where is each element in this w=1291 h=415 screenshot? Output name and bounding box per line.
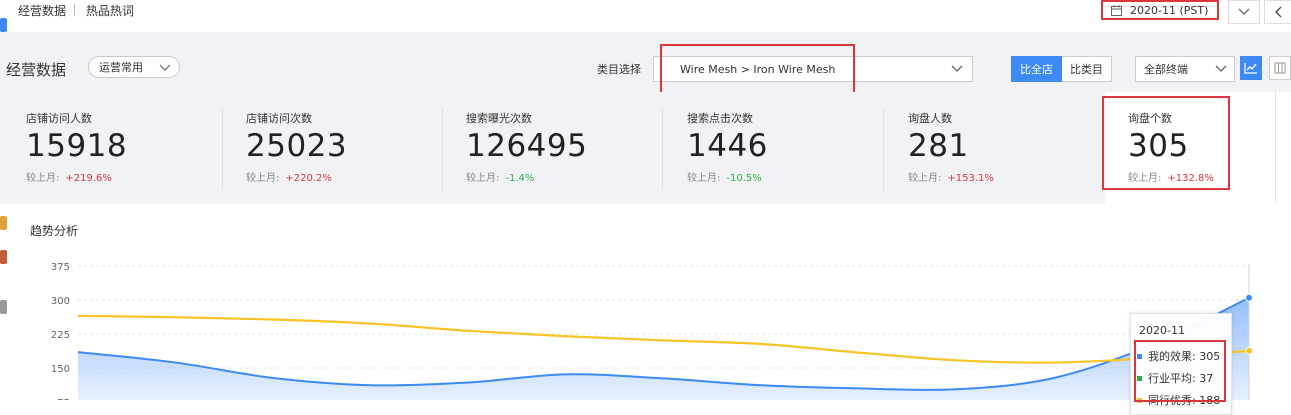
chevron-down-icon xyxy=(159,64,171,71)
metric-compare-label: 较上月: xyxy=(908,173,942,184)
metric-compare-label: 较上月: xyxy=(26,173,60,184)
metric-change: +153.1% xyxy=(947,173,994,184)
y-tick-label: 300 xyxy=(51,296,70,307)
chevron-down-icon xyxy=(1238,8,1250,15)
metric-compare-label: 较上月: xyxy=(1128,173,1162,184)
metric-divider xyxy=(883,108,884,190)
metric-compare-label: 较上月: xyxy=(687,173,721,184)
metric-compare-label: 较上月: xyxy=(246,173,280,184)
chevron-down-icon xyxy=(1215,65,1227,72)
line-chart-icon xyxy=(1244,63,1257,74)
metric-label: 搜索点击次数 xyxy=(687,112,753,125)
metric-change: -10.5% xyxy=(726,173,762,184)
metric-label: 询盘个数 xyxy=(1128,112,1172,125)
tooltip-row-label: 同行优秀: 188 xyxy=(1148,394,1221,407)
legend-swatch xyxy=(1137,353,1142,359)
metric-compare: 较上月: +220.2% xyxy=(246,169,332,184)
terminal-select-value: 全部终端 xyxy=(1144,63,1188,76)
trend-chart[interactable]: 37530022515075 xyxy=(0,250,1291,400)
series-area-mine xyxy=(78,297,1249,400)
tab-hot-words[interactable]: 热品热词 xyxy=(86,2,134,19)
metric-value: 281 xyxy=(908,128,969,164)
right-panel-edge xyxy=(1275,92,1291,202)
metric-divider xyxy=(222,108,223,190)
metric-label: 店铺访问人数 xyxy=(26,112,92,125)
legend-swatch xyxy=(1137,397,1142,403)
tooltip-row: 我的效果: 305 xyxy=(1137,348,1220,364)
date-prev-button[interactable] xyxy=(1264,0,1291,24)
date-dropdown-button[interactable] xyxy=(1228,0,1260,24)
scope-select[interactable]: 运营常用 xyxy=(88,56,180,78)
top-bar: 经营数据 热品热词 xyxy=(0,0,1291,32)
metric-compare: 较上月: +132.8% xyxy=(1128,169,1214,184)
metric-compare: 较上月: +219.6% xyxy=(26,169,112,184)
metric-divider xyxy=(442,108,443,190)
tooltip-row-label: 行业平均: 37 xyxy=(1148,372,1214,385)
tooltip-row: 同行优秀: 188 xyxy=(1137,392,1220,408)
trend-title: 趋势分析 xyxy=(30,224,79,238)
tab-divider xyxy=(74,4,75,16)
category-select-value: Wire Mesh > Iron Wire Mesh xyxy=(680,62,836,76)
tab-business-data[interactable]: 经营数据 xyxy=(18,2,66,19)
metric-divider xyxy=(662,108,663,190)
table-view-button[interactable] xyxy=(1269,56,1291,80)
metric-change: +220.2% xyxy=(285,173,332,184)
metric-value: 25023 xyxy=(246,128,348,164)
terminal-select[interactable]: 全部终端 xyxy=(1135,56,1235,82)
metric-compare-label: 较上月: xyxy=(466,173,500,184)
compare-store-button[interactable]: 比全店 xyxy=(1011,56,1062,82)
tooltip-row: 行业平均: 37 xyxy=(1137,370,1213,386)
compare-category-button[interactable]: 比类目 xyxy=(1062,56,1112,82)
tooltip-row-label: 我的效果: 305 xyxy=(1148,350,1221,363)
category-label: 类目选择 xyxy=(597,63,641,76)
chevron-left-icon xyxy=(1275,6,1282,18)
series-line-peer xyxy=(77,314,1250,364)
metric-compare: 较上月: -1.4% xyxy=(466,169,534,184)
y-tick-label: 150 xyxy=(51,364,70,375)
metric-value: 1446 xyxy=(687,128,768,164)
calendar-icon xyxy=(1111,4,1122,16)
date-picker-value: 2020-11 (PST) xyxy=(1130,3,1209,17)
category-select[interactable]: Wire Mesh > Iron Wire Mesh xyxy=(653,56,973,82)
metric-label: 询盘人数 xyxy=(908,112,952,125)
metric-change: +219.6% xyxy=(65,173,112,184)
metric-label: 店铺访问次数 xyxy=(246,112,312,125)
table-icon xyxy=(1274,62,1286,74)
line-chart-view-button[interactable] xyxy=(1240,56,1262,80)
metric-value: 15918 xyxy=(26,128,128,164)
chevron-down-icon xyxy=(951,65,963,72)
metric-compare: 较上月: -10.5% xyxy=(687,169,762,184)
scope-select-value: 运营常用 xyxy=(99,61,143,74)
y-tick-label: 225 xyxy=(51,330,70,341)
date-picker[interactable]: 2020-11 (PST) xyxy=(1101,0,1219,20)
legend-swatch xyxy=(1137,375,1142,381)
series-point-mine[interactable] xyxy=(1245,293,1253,302)
metric-change: +132.8% xyxy=(1167,173,1214,184)
metric-value: 305 xyxy=(1128,128,1189,164)
compare-toggle: 比全店 比类目 xyxy=(1011,56,1112,82)
metric-label: 搜索曝光次数 xyxy=(466,112,532,125)
sidebar-thumb-icon xyxy=(0,216,7,230)
series-point-peer[interactable] xyxy=(1245,346,1253,355)
metric-compare: 较上月: +153.1% xyxy=(908,169,994,184)
page-title: 经营数据 xyxy=(6,61,67,79)
y-tick-label: 375 xyxy=(51,262,70,273)
metric-value: 126495 xyxy=(466,128,588,164)
metric-change: -1.4% xyxy=(505,173,535,184)
sidebar-thumb-icon xyxy=(0,18,7,32)
tooltip-date: 2020-11 xyxy=(1139,324,1185,337)
